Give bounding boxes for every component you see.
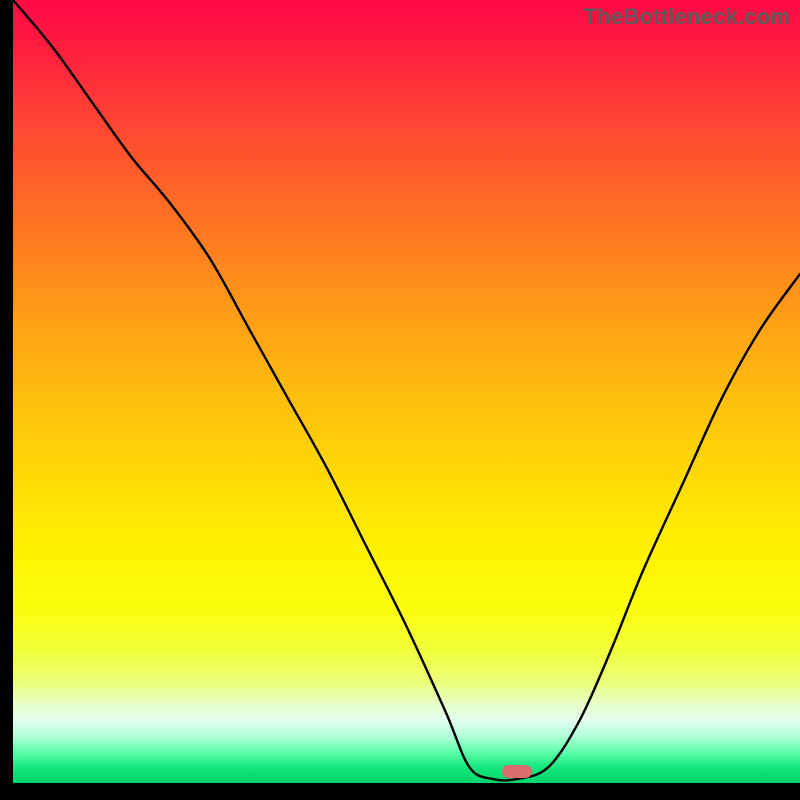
bottleneck-curve — [13, 0, 800, 783]
chart-frame: TheBottleneck.com — [0, 0, 800, 800]
watermark-text: TheBottleneck.com — [584, 4, 790, 30]
optimal-marker — [502, 765, 532, 778]
plot-area — [13, 0, 800, 783]
